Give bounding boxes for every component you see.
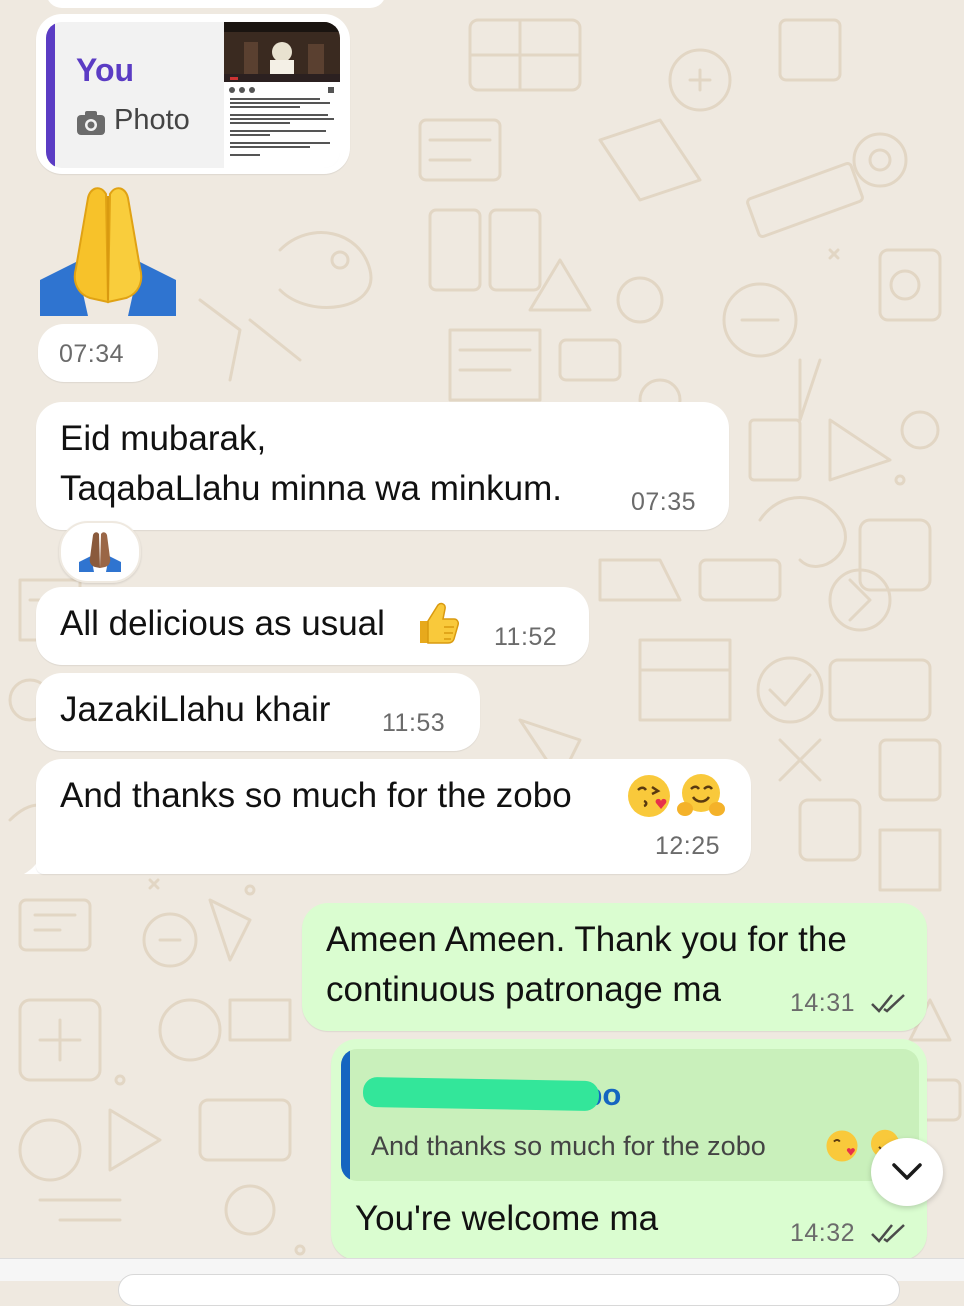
quoted-sender: You	[76, 52, 135, 88]
message-time: 11:52	[494, 623, 558, 651]
incoming-message-bubble[interactable]: Eid mubarak, TaqabaLlahu minna wa minkum…	[36, 402, 729, 530]
quote-accent-bar	[341, 1049, 350, 1181]
message-text-line: Eid mubarak,	[60, 419, 267, 458]
photo-thumbnail	[224, 22, 340, 168]
outgoing-reply-bubble[interactable]: ombo And thanks so much for the zobo You…	[331, 1039, 927, 1260]
previous-bubble-edge	[46, 0, 386, 8]
message-text-line: continuous patronage ma	[326, 970, 721, 1009]
message-text-line: Ameen Ameen. Thank you for the	[326, 920, 847, 959]
chevron-down-icon	[892, 1163, 922, 1180]
incoming-photo-reply-bubble[interactable]: You Photo	[36, 14, 350, 174]
quoted-photo-card[interactable]: You Photo	[46, 22, 340, 168]
hugging-face-emoji	[677, 774, 725, 816]
quoted-message-card[interactable]: ombo And thanks so much for the zobo	[341, 1049, 919, 1181]
message-text: And thanks so much for the zobo	[60, 776, 572, 815]
face-blowing-kiss-emoji	[628, 775, 670, 817]
message-time: 12:25	[655, 832, 721, 860]
message-time: 14:31	[790, 989, 856, 1017]
message-text: All delicious as usual	[60, 604, 385, 643]
message-text: You're welcome ma	[355, 1199, 659, 1238]
face-blowing-kiss-emoji	[826, 1130, 858, 1162]
quoted-media-label: Photo	[114, 104, 190, 136]
message-time: 07:34	[59, 340, 125, 368]
timestamp-pill: 07:34	[38, 324, 158, 382]
quote-accent-bar	[46, 22, 55, 168]
thumbs-up-emoji	[420, 602, 459, 644]
folded-hands-reaction-icon	[79, 532, 121, 572]
message-time: 11:53	[382, 709, 446, 737]
message-time: 14:32	[790, 1219, 856, 1247]
message-text-line: TaqabaLlahu minna wa minkum.	[60, 469, 562, 508]
message-input[interactable]	[118, 1274, 900, 1306]
message-text: JazakiLlahu khair	[60, 690, 331, 729]
incoming-message-bubble[interactable]: And thanks so much for the zobo 12:25	[36, 759, 751, 874]
camera-icon	[76, 110, 106, 141]
incoming-message-bubble[interactable]: All delicious as usual 11:52	[36, 587, 589, 665]
redaction-mark	[362, 1076, 600, 1112]
message-time: 07:35	[631, 488, 697, 516]
folded-hands-emoji	[40, 180, 176, 321]
read-ticks-icon	[871, 994, 905, 1013]
outgoing-message-bubble[interactable]: Ameen Ameen. Thank you for the continuou…	[302, 903, 927, 1031]
incoming-message-bubble[interactable]: JazakiLlahu khair 11:53	[36, 673, 480, 751]
scroll-to-bottom-button[interactable]	[871, 1138, 943, 1206]
reaction-badge[interactable]	[59, 521, 141, 583]
read-ticks-icon	[871, 1224, 905, 1243]
quoted-text: And thanks so much for the zobo	[371, 1131, 766, 1161]
